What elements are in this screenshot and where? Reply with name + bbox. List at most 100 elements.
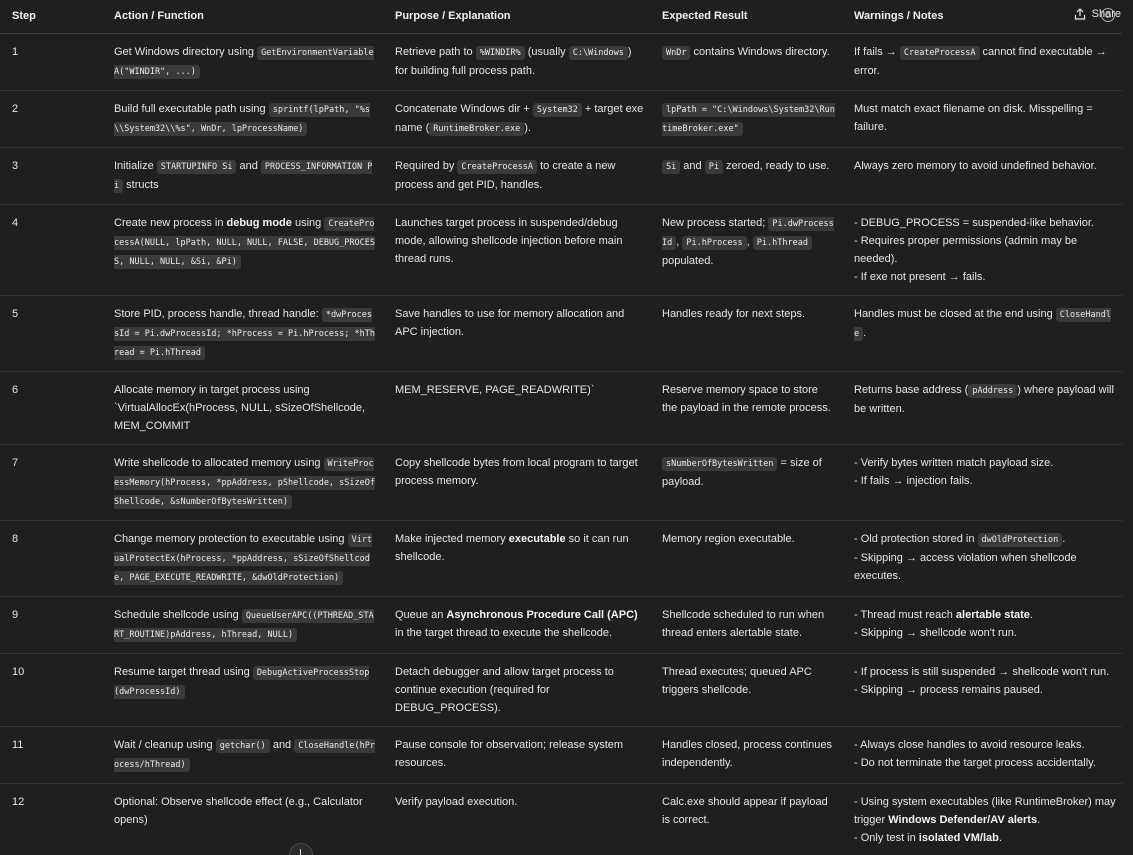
text-segment: Shellcode scheduled to run when thread e… bbox=[662, 608, 825, 639]
text-segment: . bbox=[1037, 813, 1041, 826]
cell-step: 5 bbox=[0, 295, 102, 372]
cell-line: - If process is still suspended → shellc… bbox=[854, 663, 1116, 681]
cell-line: Handles must be closed at the end using … bbox=[854, 305, 1116, 343]
cell-line: lpPath = "C:\Windows\System32\RuntimeBro… bbox=[662, 100, 836, 138]
cell-line: - Skipping → access violation when shell… bbox=[854, 549, 1116, 585]
cell-result: Handles ready for next steps. bbox=[650, 295, 842, 372]
cell-line: Thread executes; queued APC triggers she… bbox=[662, 663, 836, 699]
cell-line: Required by CreateProcessA to create a n… bbox=[395, 157, 644, 194]
text-segment: - Skipping → process remains paused. bbox=[854, 683, 1043, 696]
header-purpose: Purpose / Explanation bbox=[383, 0, 650, 34]
cell-result: sNumberOfBytesWritten = size of payload. bbox=[650, 444, 842, 521]
table-row: 10 Resume target thread using DebugActive… bbox=[0, 653, 1122, 727]
text-segment: . bbox=[1029, 608, 1033, 621]
text-segment: Write shellcode to allocated memory usin… bbox=[114, 456, 324, 469]
cell-purpose: Retrieve path to %WINDIR% (usually C:\Wi… bbox=[383, 33, 650, 91]
cell-step: 4 bbox=[0, 204, 102, 296]
text-segment: Concatenate Windows dir + bbox=[395, 102, 533, 115]
accessibility-overlay-icon[interactable] bbox=[1101, 8, 1115, 22]
cell-step: 3 bbox=[0, 147, 102, 205]
header-row: Step Action / Function Purpose / Explana… bbox=[0, 0, 1122, 34]
table-row: 12 Optional: Observe shellcode effect (e.… bbox=[0, 783, 1122, 855]
text-segment: Verify payload execution. bbox=[395, 795, 518, 808]
table-row: 11 Wait / cleanup using getchar() and Clo… bbox=[0, 726, 1122, 784]
text-segment: - Verify bytes written match payload siz… bbox=[854, 456, 1054, 469]
cell-line: - DEBUG_PROCESS = suspended-like behavio… bbox=[854, 214, 1116, 232]
cell-notes: Returns base address (pAddress) where pa… bbox=[842, 371, 1122, 445]
inline-code: sNumberOfBytesWritten bbox=[662, 456, 778, 471]
cell-line: - Old protection stored in dwOldProtecti… bbox=[854, 530, 1116, 549]
cell-result: Memory region executable. bbox=[650, 520, 842, 597]
cell-notes: Handles must be closed at the end using … bbox=[842, 295, 1122, 372]
cell-action: Store PID, process handle, thread handle… bbox=[102, 295, 383, 372]
cell-line: Make injected memory executable so it ca… bbox=[395, 530, 644, 566]
cell-line: Store PID, process handle, thread handle… bbox=[114, 305, 377, 362]
text-segment: Handles must be closed at the end using bbox=[854, 307, 1056, 320]
cell-purpose: Save handles to use for memory allocatio… bbox=[383, 295, 650, 372]
cell-action: Schedule shellcode using QueueUserAPC((P… bbox=[102, 596, 383, 654]
cell-notes: Always zero memory to avoid undefined be… bbox=[842, 147, 1122, 205]
cell-line: - Do not terminate the target process ac… bbox=[854, 754, 1116, 772]
text-segment: and bbox=[680, 159, 705, 172]
cell-notes: Must match exact filename on disk. Missp… bbox=[842, 90, 1122, 148]
table-row: 9 Schedule shellcode using QueueUserAPC((… bbox=[0, 596, 1122, 654]
text-segment: Thread executes; queued APC triggers she… bbox=[662, 665, 812, 696]
cell-notes: - Verify bytes written match payload siz… bbox=[842, 444, 1122, 521]
text-segment: zeroed, ready to use. bbox=[722, 159, 830, 172]
cell-step: 9 bbox=[0, 596, 102, 654]
cell-purpose: Make injected memory executable so it ca… bbox=[383, 520, 650, 597]
cell-notes: - Thread must reach alertable state. - Sk… bbox=[842, 596, 1122, 654]
cell-notes: - Always close handles to avoid resource… bbox=[842, 726, 1122, 784]
text-segment: . bbox=[1062, 532, 1066, 545]
cell-line: Detach debugger and allow target process… bbox=[395, 663, 644, 717]
table-row: 3 Initialize STARTUPINFO Si and PROCESS_I… bbox=[0, 147, 1122, 205]
cell-action: Write shellcode to allocated memory usin… bbox=[102, 444, 383, 521]
cell-line: Schedule shellcode using QueueUserAPC((P… bbox=[114, 606, 377, 644]
cell-line: Shellcode scheduled to run when thread e… bbox=[662, 606, 836, 642]
inline-code: RuntimeBroker.exe bbox=[429, 121, 525, 136]
text-segment: . bbox=[998, 831, 1002, 844]
cell-line: Always zero memory to avoid undefined be… bbox=[854, 157, 1116, 175]
text-segment: - DEBUG_PROCESS = suspended-like behavio… bbox=[854, 216, 1094, 229]
text-segment: Schedule shellcode using bbox=[114, 608, 242, 621]
cell-purpose: Concatenate Windows dir + System32 + tar… bbox=[383, 90, 650, 148]
cell-purpose: Required by CreateProcessA to create a n… bbox=[383, 147, 650, 205]
cell-purpose: Verify payload execution. bbox=[383, 783, 650, 855]
table-row: 6 Allocate memory in target process using… bbox=[0, 371, 1122, 445]
text-segment: - Skipping → shellcode won't run. bbox=[854, 626, 1017, 639]
cell-line: Create new process in debug mode using C… bbox=[114, 214, 377, 271]
inline-code: CreateProcessA bbox=[457, 159, 538, 174]
cell-notes: If fails → CreateProcessA cannot find ex… bbox=[842, 33, 1122, 91]
cell-action: Initialize STARTUPINFO Si and PROCESS_IN… bbox=[102, 147, 383, 205]
cell-purpose: Pause console for observation; release s… bbox=[383, 726, 650, 784]
text-segment: in the target thread to execute the shel… bbox=[395, 626, 613, 639]
cell-line: Reserve memory space to store the payloa… bbox=[662, 381, 836, 417]
bold-text: isolated VM/lab bbox=[918, 831, 999, 844]
cell-line: Save handles to use for memory allocatio… bbox=[395, 305, 644, 341]
text-segment: - Thread must reach bbox=[854, 608, 956, 621]
cell-result: Thread executes; queued APC triggers she… bbox=[650, 653, 842, 727]
text-segment: Always zero memory to avoid undefined be… bbox=[854, 159, 1097, 172]
cell-line: - Skipping → process remains paused. bbox=[854, 681, 1116, 699]
text-segment: Pause console for observation; release s… bbox=[395, 738, 624, 769]
cell-step: 11 bbox=[0, 726, 102, 784]
cell-line: Change memory protection to executable u… bbox=[114, 530, 377, 587]
text-segment: Required by bbox=[395, 159, 458, 172]
cell-line: - Thread must reach alertable state. bbox=[854, 606, 1116, 624]
table-row: 4 Create new process in debug mode using … bbox=[0, 204, 1122, 296]
cell-result: Si and Pi zeroed, ready to use. bbox=[650, 147, 842, 205]
inline-code: Pi.hThread bbox=[752, 235, 812, 250]
text-segment: ). bbox=[524, 121, 531, 134]
text-segment: Initialize bbox=[114, 159, 157, 172]
text-segment: populated. bbox=[662, 254, 714, 267]
text-segment: - Requires proper permissions (admin may… bbox=[854, 234, 1078, 265]
cell-step: 10 bbox=[0, 653, 102, 727]
cell-line: Pause console for observation; release s… bbox=[395, 736, 644, 772]
bold-text: Asynchronous Procedure Call (APC) bbox=[446, 608, 638, 621]
cell-result: Shellcode scheduled to run when thread e… bbox=[650, 596, 842, 654]
cell-step: 6 bbox=[0, 371, 102, 445]
cell-line: - Verify bytes written match payload siz… bbox=[854, 454, 1116, 472]
cell-step: 7 bbox=[0, 444, 102, 521]
text-segment: , bbox=[746, 235, 753, 248]
cell-line: Memory region executable. bbox=[662, 530, 836, 548]
